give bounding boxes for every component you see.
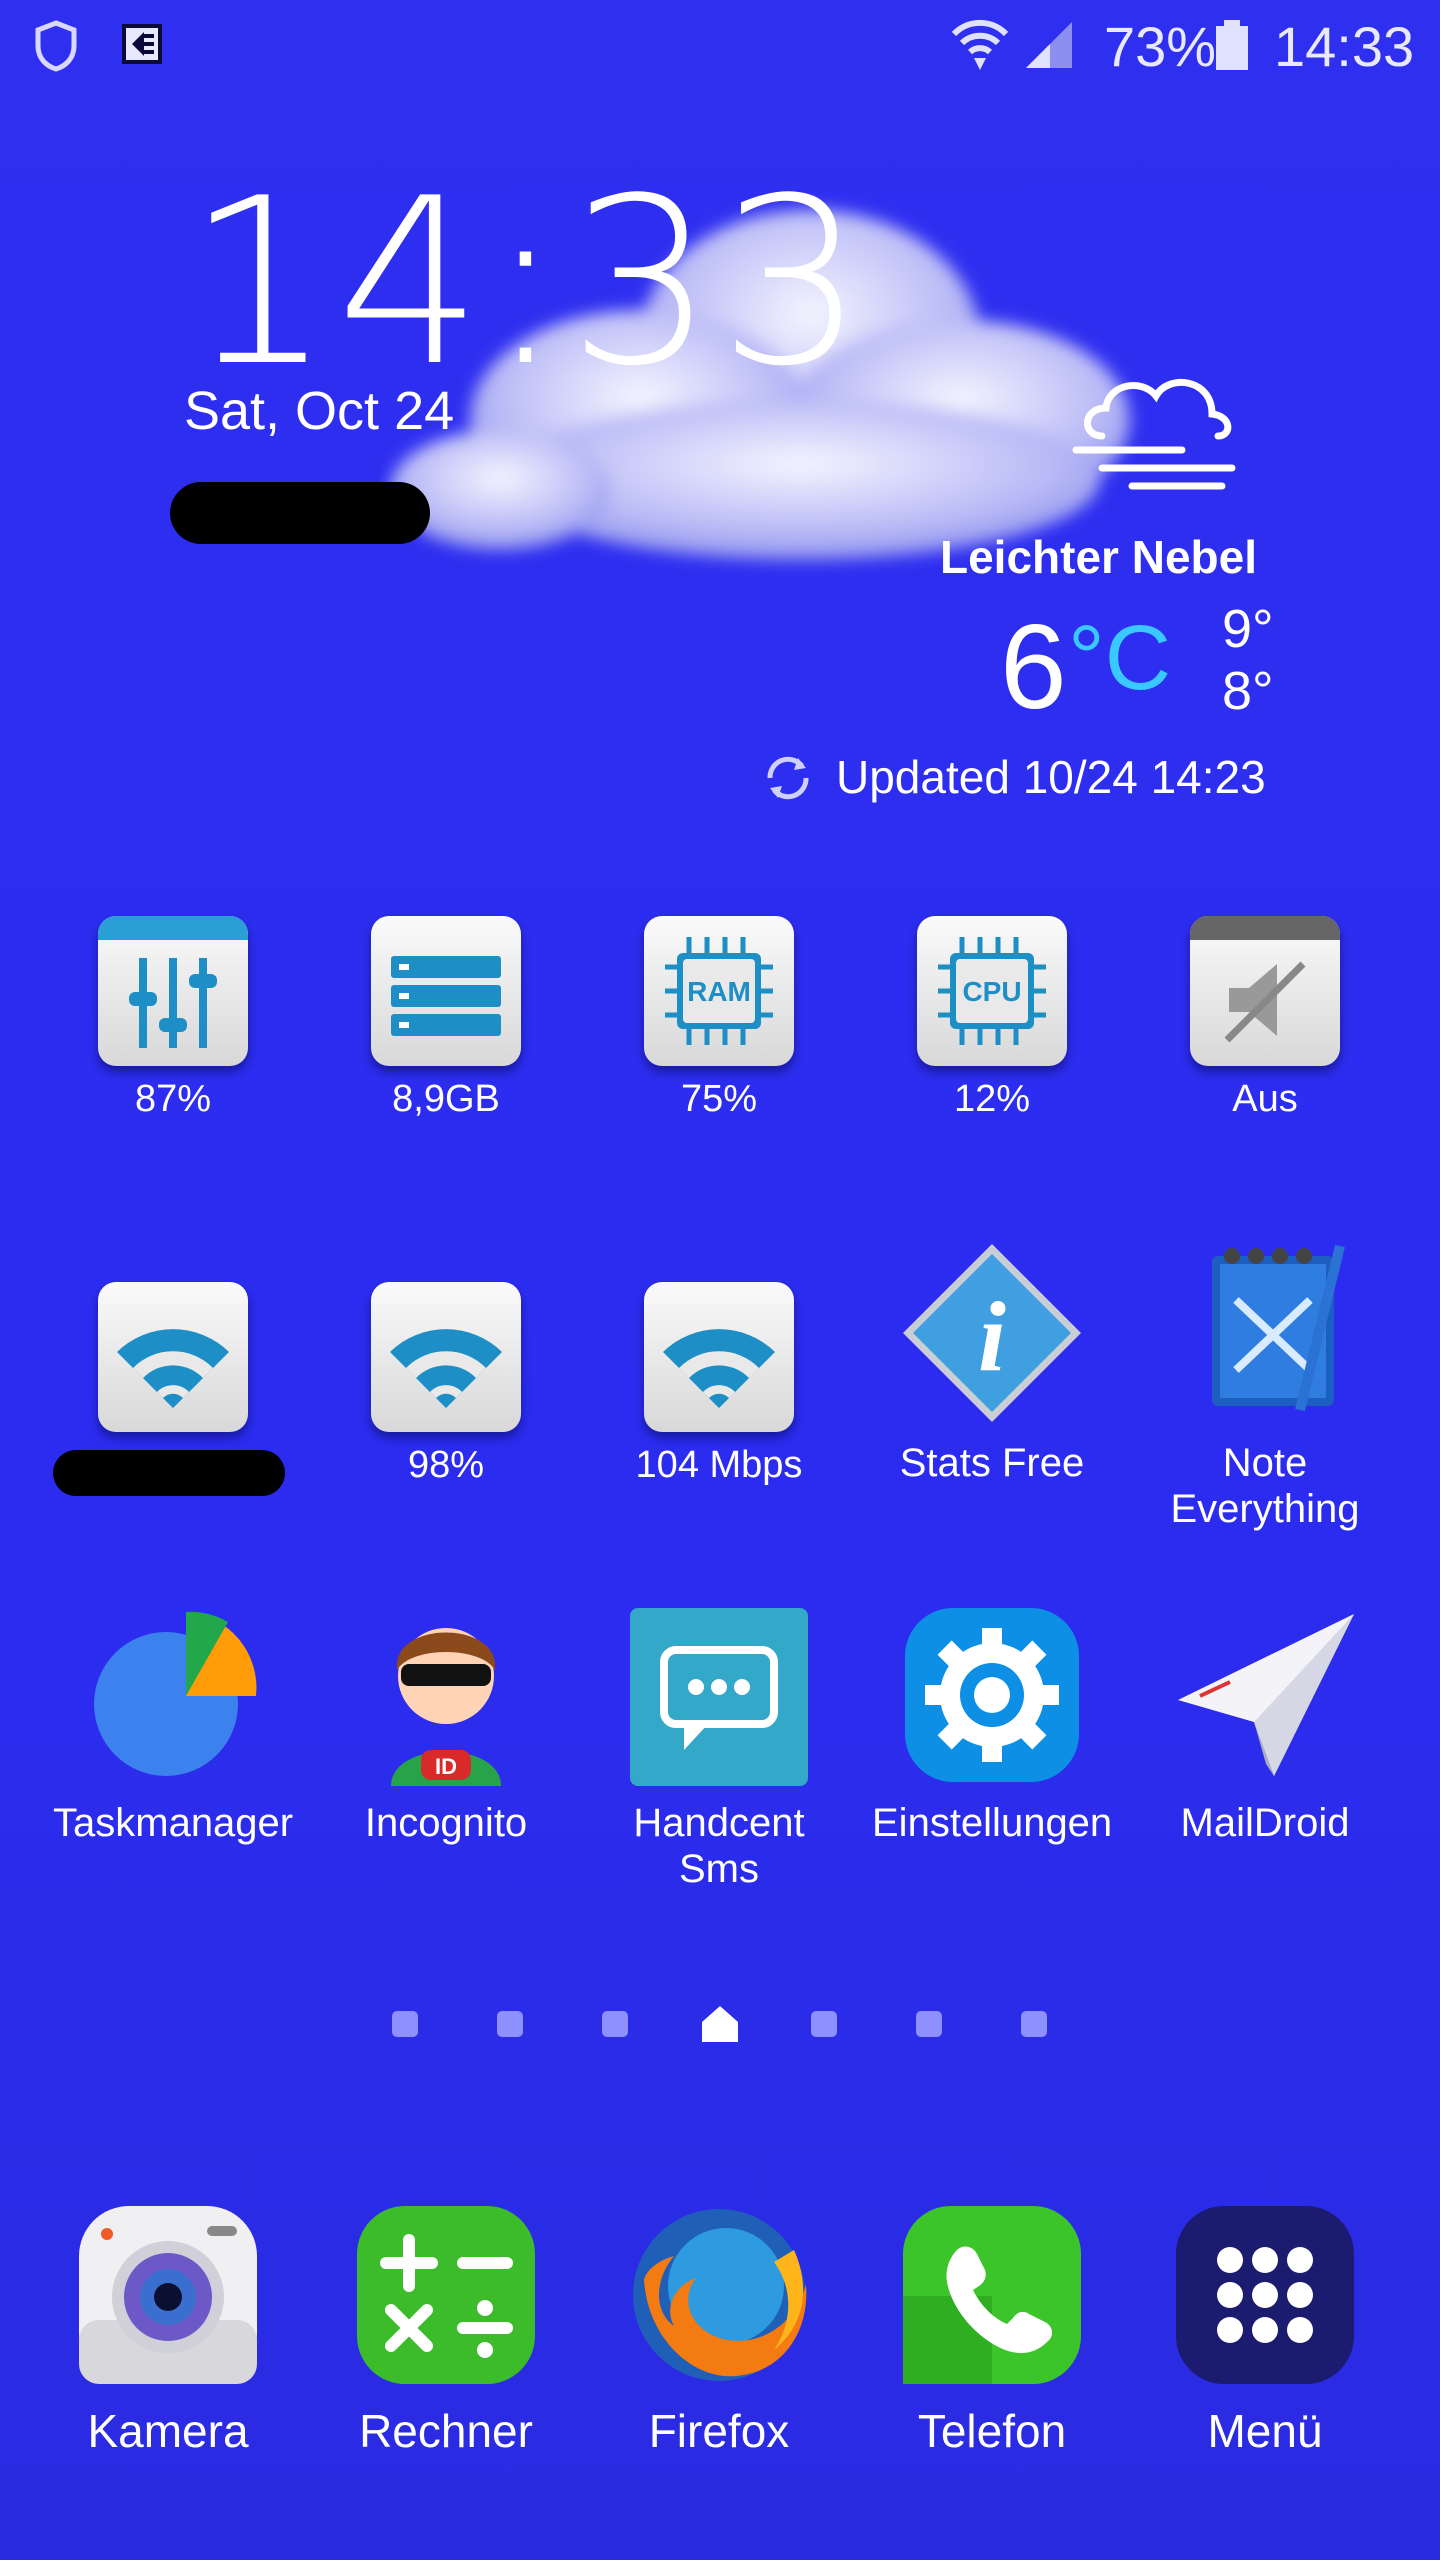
app-label: Menü [1207, 2405, 1323, 2457]
wifi-icon [371, 1282, 521, 1432]
weather-high: 9° [1222, 599, 1274, 659]
clock-time[interactable]: 14:33 [186, 150, 869, 417]
gear-icon [897, 1600, 1087, 1790]
app-taskmanager[interactable]: Taskmanager [53, 1600, 293, 1846]
widget-storage[interactable]: 8,9GB [326, 916, 566, 1122]
page-dot[interactable] [497, 2011, 523, 2037]
redacted-text [170, 482, 430, 544]
refresh-icon[interactable] [762, 752, 814, 804]
info-diamond-icon: i [897, 1240, 1087, 1430]
dock-kamera[interactable]: Kamera [48, 2200, 288, 2454]
widget-label: 75% [680, 1078, 758, 1120]
app-handcent-sms[interactable]: Handcent Sms [599, 1600, 839, 1892]
widget-wifi-ssid[interactable] [53, 1282, 293, 1496]
weather-condition: Leichter Nebel [940, 531, 1257, 583]
app-note-everything[interactable]: Note Everything [1145, 1240, 1385, 1532]
app-label: Firefox [648, 2405, 790, 2457]
app-stats-free[interactable]: i Stats Free [872, 1240, 1112, 1486]
weather-temperature: 6 [1000, 600, 1067, 734]
app-incognito[interactable]: ID Incognito [326, 1600, 566, 1846]
redacted-text [53, 1450, 285, 1496]
signal-icon [1026, 22, 1072, 68]
page-dot[interactable] [1021, 2011, 1047, 2037]
app-label: Kamera [87, 2405, 249, 2457]
app-label: Telefon [917, 2405, 1067, 2457]
page-dot[interactable] [602, 2011, 628, 2037]
storage-icon [371, 916, 521, 1066]
svg-text:i: i [978, 1281, 1006, 1392]
camera-icon [73, 2200, 263, 2390]
firefox-icon [624, 2200, 814, 2390]
widget-wifi-speed[interactable]: 104 Mbps [599, 1282, 839, 1488]
widget-label: 98% [407, 1444, 485, 1486]
mute-icon [1190, 916, 1340, 1066]
widget-label: Aus [1232, 1078, 1298, 1120]
sliders-icon [98, 916, 248, 1066]
app-label: Note Everything [1170, 1441, 1360, 1531]
battery-icon [1216, 20, 1248, 70]
app-notification-icon [122, 24, 162, 64]
calculator-icon [351, 2200, 541, 2390]
wifi-icon [98, 1282, 248, 1432]
widget-brightness[interactable]: 87% [53, 916, 293, 1122]
weather-low: 8° [1222, 661, 1274, 721]
phone-icon [897, 2200, 1087, 2390]
dock-telefon[interactable]: Telefon [872, 2200, 1112, 2454]
clock-date: Sat, Oct 24 [184, 381, 455, 441]
dock-firefox[interactable]: Firefox [599, 2200, 839, 2454]
weather-updated: Updated 10/24 14:23 [836, 751, 1266, 803]
app-label: Taskmanager [53, 1801, 294, 1845]
svg-text:CPU: CPU [962, 976, 1021, 1007]
app-maildroid[interactable]: MailDroid [1145, 1600, 1385, 1846]
widget-label: 8,9GB [392, 1078, 500, 1120]
app-label: Incognito [364, 1801, 528, 1845]
chat-bubble-icon [624, 1600, 814, 1790]
notepad-icon [1170, 1240, 1360, 1430]
weather-unit: °C [1068, 607, 1172, 709]
incognito-icon: ID [351, 1600, 541, 1790]
fog-weather-icon[interactable] [1072, 364, 1242, 504]
page-dot[interactable] [392, 2011, 418, 2037]
widget-label: 12% [953, 1078, 1031, 1120]
battery-percent: 73% [1104, 15, 1217, 78]
app-label: Stats Free [899, 1441, 1085, 1485]
svg-text:ID: ID [435, 1754, 457, 1779]
status-time: 14:33 [1274, 15, 1415, 78]
app-label: Einstellungen [872, 1801, 1113, 1845]
dock-menu[interactable]: Menü [1145, 2200, 1385, 2454]
shield-icon [35, 20, 77, 72]
dock-rechner[interactable]: Rechner [326, 2200, 566, 2454]
widget-label: 87% [134, 1078, 212, 1120]
app-label: MailDroid [1180, 1801, 1350, 1845]
widget-wifi-signal[interactable]: 98% [326, 1282, 566, 1488]
widget-label: 104 Mbps [635, 1444, 803, 1486]
app-einstellungen[interactable]: Einstellungen [872, 1600, 1112, 1846]
cpu-icon: CPU [917, 916, 1067, 1066]
widget-cpu[interactable]: CPU 12% [872, 916, 1112, 1122]
svg-text:RAM: RAM [687, 976, 751, 1007]
wifi-icon [644, 1282, 794, 1432]
pie-chart-icon [78, 1600, 268, 1790]
ram-icon: RAM [644, 916, 794, 1066]
widget-ram[interactable]: RAM 75% [599, 916, 839, 1122]
widget-sound[interactable]: Aus [1145, 916, 1385, 1122]
app-label: Rechner [359, 2405, 533, 2457]
app-label: Handcent Sms [633, 1801, 805, 1891]
wifi-status-icon [951, 19, 1009, 70]
page-dot[interactable] [811, 2011, 837, 2037]
paper-plane-icon [1170, 1600, 1360, 1790]
status-bar: 73% 14:33 [0, 0, 1440, 92]
page-dot[interactable] [916, 2011, 942, 2037]
home-page-icon[interactable] [700, 2004, 740, 2044]
apps-grid-icon [1170, 2200, 1360, 2390]
